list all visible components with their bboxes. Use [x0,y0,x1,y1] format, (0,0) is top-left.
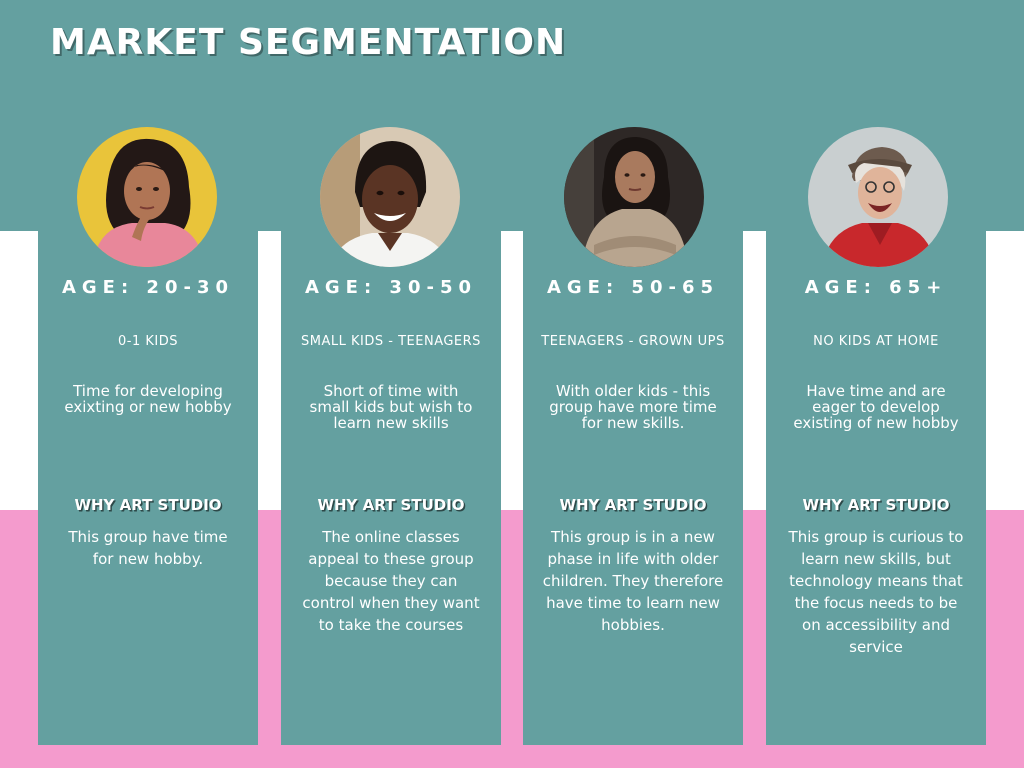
why-text: The online classes appeal to these group… [302,528,480,634]
segment-age: AGE: 65+ [804,277,948,298]
woman-thinking-photo-icon [77,127,217,267]
segment-description: With older kids - this group have more t… [549,382,717,432]
segment-kids: TEENAGERS - GROWN UPS [541,334,725,349]
segment-card-20-30: AGE: 20-30 0-1 KIDS Time for developing … [38,231,258,745]
page-title: MARKET SEGMENTATION [50,22,567,63]
segment-description: Time for developing exixting or new hobb… [64,382,232,416]
segment-description: Have time and are eager to develop exist… [793,382,959,432]
woman-arms-crossed-photo-icon [564,127,704,267]
avatar-photo-4 [808,127,948,267]
segment-kids: 0-1 KIDS [118,334,178,349]
why-heading: WHY ART STUDIO [74,496,222,514]
segment-age: AGE: 50-65 [546,277,720,298]
segment-card-65-plus: AGE: 65+ NO KIDS AT HOME Have time and a… [766,231,986,745]
segment-age: AGE: 30-50 [304,277,478,298]
why-heading: WHY ART STUDIO [559,496,707,514]
slide: MARKET SEGMENTATION AGE: 20-30 0-1 KIDS … [0,0,1024,768]
segment-kids: SMALL KIDS - TEENAGERS [301,334,481,349]
smiling-woman-photo-icon [320,127,460,267]
why-heading: WHY ART STUDIO [802,496,950,514]
why-text: This group have time for new hobby. [68,528,228,568]
avatar-photo-2 [320,127,460,267]
why-text: This group is curious to learn new skill… [788,528,964,656]
segment-description: Short of time with small kids but wish t… [309,382,473,432]
segment-card-30-50: AGE: 30-50 SMALL KIDS - TEENAGERS Short … [281,231,501,745]
avatar-photo-1 [77,127,217,267]
avatar-photo-3 [564,127,704,267]
segment-card-50-65: AGE: 50-65 TEENAGERS - GROWN UPS With ol… [523,231,743,745]
laughing-older-woman-photo-icon [808,127,948,267]
segment-kids: NO KIDS AT HOME [813,334,939,349]
why-text: This group is in a new phase in life wit… [542,528,724,634]
why-heading: WHY ART STUDIO [317,496,465,514]
segment-age: AGE: 20-30 [61,277,235,298]
